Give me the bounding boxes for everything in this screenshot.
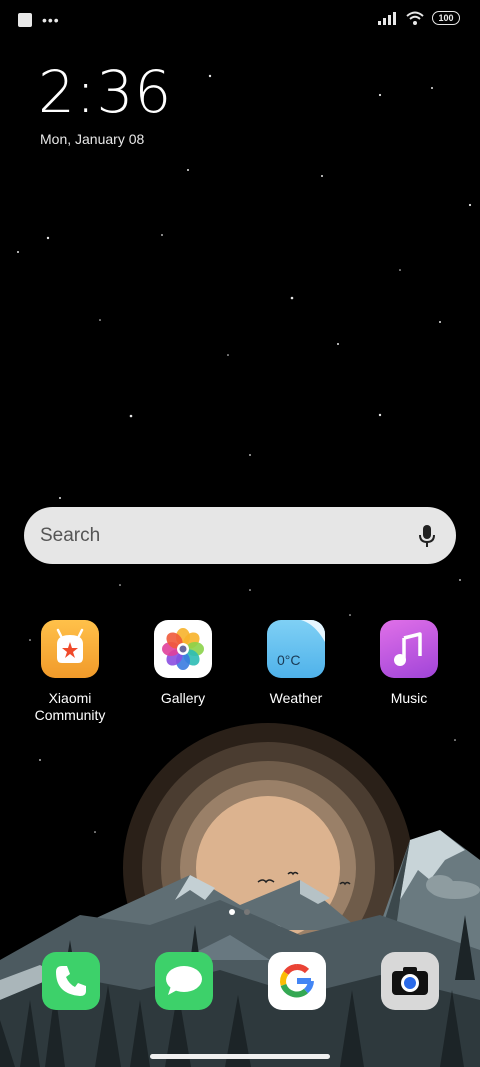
battery-level: 100: [438, 13, 454, 23]
app-label: Music: [390, 690, 428, 706]
music-icon: [380, 620, 438, 678]
microphone-icon[interactable]: [414, 523, 440, 549]
clock-widget[interactable]: 2:36: [38, 58, 172, 126]
dock-phone[interactable]: [42, 952, 100, 1010]
google-icon: [280, 964, 314, 998]
battery-icon: 100: [432, 11, 460, 25]
app-label: Gallery: [160, 690, 206, 706]
status-left: •••: [18, 13, 60, 27]
page-dot: [244, 909, 250, 915]
weather-temp: 0°C: [277, 652, 301, 668]
page-indicator: [229, 909, 250, 915]
status-bar: ••• 100: [0, 0, 480, 40]
date-label[interactable]: Mon, January 08: [40, 131, 144, 147]
notification-square-icon: [18, 13, 32, 27]
app-weather[interactable]: 0°C Weather: [246, 620, 346, 707]
app-label: Xiaomi Community: [34, 690, 106, 723]
page-dot-active: [229, 909, 235, 915]
dock-google[interactable]: [268, 952, 326, 1010]
home-gesture-bar[interactable]: [150, 1054, 330, 1059]
app-label: Weather: [269, 690, 323, 706]
weather-icon: 0°C: [267, 620, 325, 678]
gallery-icon: [154, 620, 212, 678]
xiaomi-community-icon: [41, 620, 99, 678]
app-gallery[interactable]: Gallery: [133, 620, 233, 707]
signal-icon: [378, 11, 396, 25]
more-notifications-icon: •••: [42, 12, 60, 28]
search-bar[interactable]: Search: [24, 507, 456, 564]
phone-icon: [56, 966, 86, 996]
search-placeholder[interactable]: Search: [40, 525, 414, 547]
status-right: 100: [378, 11, 460, 25]
wifi-icon: [406, 11, 424, 25]
dock-camera[interactable]: [381, 952, 439, 1010]
dock-messages[interactable]: [155, 952, 213, 1010]
messages-icon: [166, 966, 202, 995]
app-xiaomi-community[interactable]: Xiaomi Community: [20, 620, 120, 724]
app-music[interactable]: Music: [359, 620, 459, 707]
camera-icon: [392, 967, 428, 995]
